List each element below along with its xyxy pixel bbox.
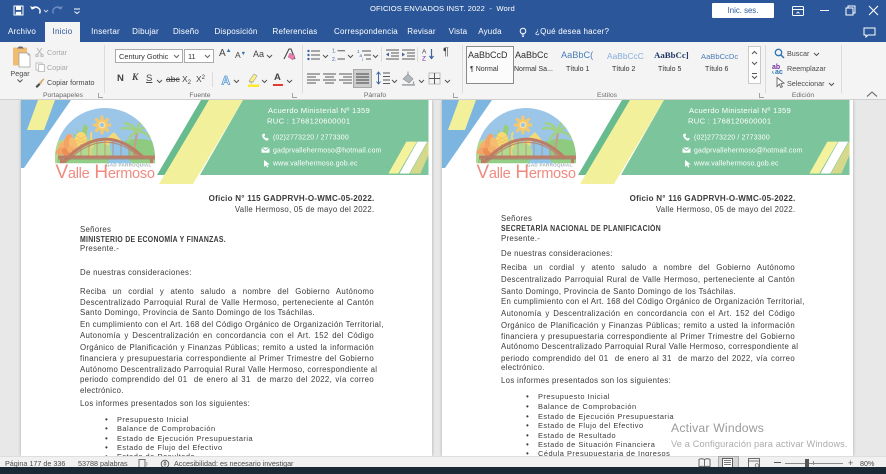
svg-text:2.: 2. <box>332 57 336 61</box>
svg-text:ac: ac <box>775 69 783 74</box>
svg-text:1.: 1. <box>332 49 336 55</box>
svg-text:i: i <box>362 57 363 61</box>
svg-text:Z: Z <box>422 56 426 62</box>
svg-text:A: A <box>422 49 427 56</box>
svg-text:A: A <box>222 74 231 87</box>
